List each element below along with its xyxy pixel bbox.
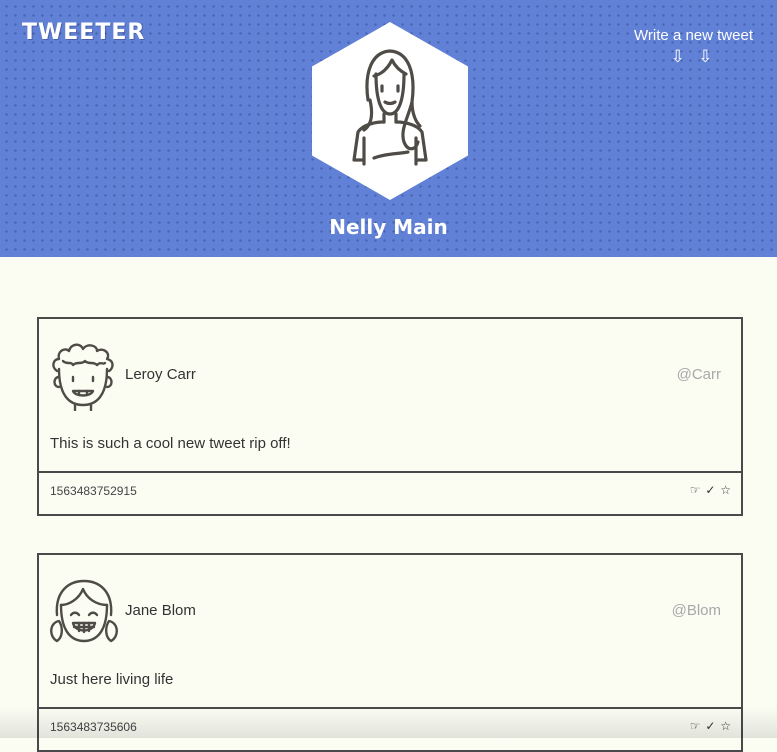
tweet-actions: ☞ ✓ ☆: [689, 719, 731, 733]
tweet-text: This is such a cool new tweet rip off!: [50, 435, 291, 452]
pigtail-girl-avatar-icon: [50, 579, 118, 643]
tweet-card: Leroy Carr @Carr This is such a cool new…: [37, 317, 743, 516]
tweet-footer: 1563483735606 ☞ ✓ ☆: [39, 707, 741, 750]
tweet-author-handle: @Blom: [671, 602, 721, 619]
flag-icon[interactable]: ☞: [690, 719, 701, 733]
double-down-arrow-icon[interactable]: ⇩ ⇩: [634, 48, 753, 66]
like-icon[interactable]: ☆: [720, 719, 731, 733]
tweet-text: Just here living life: [50, 671, 174, 688]
flag-icon[interactable]: ☞: [690, 483, 701, 497]
retweet-icon[interactable]: ✓: [705, 483, 715, 497]
tweet-header: Leroy Carr @Carr: [39, 319, 741, 427]
tweet-footer: 1563483752915 ☞ ✓ ☆: [39, 471, 741, 514]
curly-hair-man-avatar-icon: [52, 343, 114, 411]
brand-logo[interactable]: TWEETER: [22, 20, 145, 45]
tweet-author-handle: @Carr: [676, 366, 721, 383]
tweet-timestamp: 1563483752915: [50, 484, 137, 498]
tweet-author-name: Leroy Carr: [125, 366, 196, 383]
retweet-icon[interactable]: ✓: [705, 719, 715, 733]
profile-avatar: [312, 22, 468, 200]
write-tweet-toggle[interactable]: Write a new tweet ⇩ ⇩: [634, 27, 753, 66]
tweet-card: Jane Blom @Blom Just here living life 15…: [37, 553, 743, 752]
profile-name: Nelly Main: [329, 215, 448, 239]
profile-header: TWEETER Write a new tweet ⇩ ⇩ Nelly Main: [0, 0, 777, 257]
tweet-author-name: Jane Blom: [125, 602, 196, 619]
write-tweet-label[interactable]: Write a new tweet: [634, 27, 753, 44]
like-icon[interactable]: ☆: [720, 483, 731, 497]
tweet-actions: ☞ ✓ ☆: [689, 483, 731, 497]
tweet-header: Jane Blom @Blom: [39, 555, 741, 663]
tweet-timestamp: 1563483735606: [50, 720, 137, 734]
